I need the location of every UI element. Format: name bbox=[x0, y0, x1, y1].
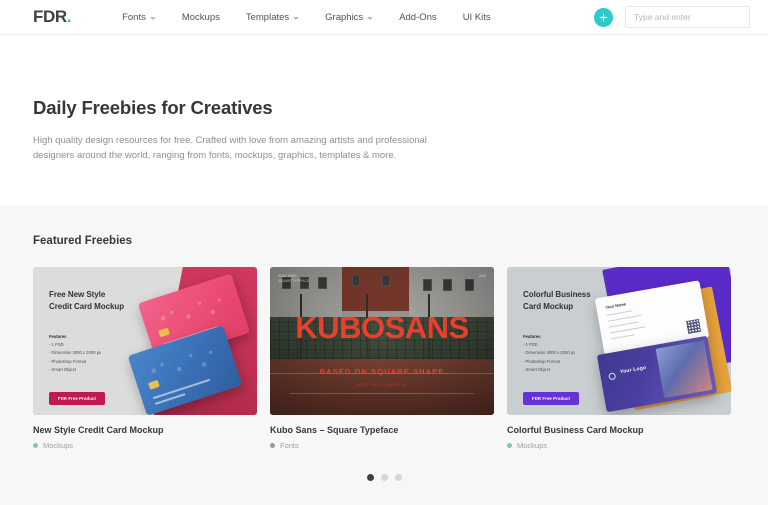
nav-label: Templates bbox=[245, 11, 290, 23]
nav-label: Add-Ons bbox=[399, 11, 437, 23]
feature-item: - Dimension 3000 x 2000 px bbox=[523, 350, 576, 356]
card-caption: Kubo Sans – Square Typeface Fonts bbox=[270, 415, 494, 450]
pagination-dot-3[interactable] bbox=[394, 474, 402, 481]
feature-item: - Smart Object bbox=[523, 366, 550, 372]
card-category[interactable]: Fonts bbox=[270, 441, 494, 450]
freebie-card[interactable]: Your Name Your Logo Colorful Business Ca… bbox=[507, 267, 731, 450]
logo-mark-icon bbox=[608, 372, 617, 381]
category-dot-icon bbox=[33, 443, 38, 448]
feature-item: - Photoshop Format bbox=[49, 358, 87, 364]
search-box[interactable] bbox=[625, 6, 750, 28]
artwork-tagline: BASED ON SQUARE SHAPE bbox=[319, 367, 445, 376]
features-list: - 1 PSD - Dimension 3000 x 2000 px - Pho… bbox=[49, 341, 124, 374]
category-label: Fonts bbox=[280, 441, 299, 450]
nav-label: Graphics bbox=[325, 11, 364, 23]
brand-logo[interactable]: FDR. bbox=[33, 7, 72, 27]
nav-item-ui-kits[interactable]: UI Kits bbox=[450, 12, 504, 23]
header-actions bbox=[594, 6, 750, 28]
card-thumbnail[interactable]: KUBO SANS SQUARE TYPEFACE 2020 KUBOSANS B… bbox=[270, 267, 494, 415]
features-list: - 1 PSD - Dimension 3000 x 2000 px - Pho… bbox=[523, 341, 591, 374]
nav-item-graphics[interactable]: Graphics bbox=[312, 12, 386, 23]
nav-label: Mockups bbox=[181, 11, 220, 23]
feature-item: - Smart Object bbox=[49, 366, 76, 372]
category-label: Mockups bbox=[43, 441, 74, 450]
site-header: FDR. Fonts Mockups Templates Graphics Ad… bbox=[0, 0, 768, 35]
kubosans-photo-artwork: KUBO SANS SQUARE TYPEFACE 2020 KUBOSANS B… bbox=[270, 267, 494, 415]
features-heading: Features bbox=[49, 334, 67, 340]
main-navigation: Fonts Mockups Templates Graphics Add-Ons… bbox=[109, 12, 504, 23]
carousel-pagination bbox=[33, 474, 735, 481]
card-logo-text: Your Logo bbox=[619, 364, 647, 376]
card-title[interactable]: Kubo Sans – Square Typeface bbox=[270, 425, 494, 435]
pagination-dot-2[interactable] bbox=[380, 474, 388, 481]
chevron-down-icon bbox=[149, 16, 156, 20]
nav-item-mockups[interactable]: Mockups bbox=[169, 12, 233, 23]
artwork-corner-right: 2020 bbox=[478, 274, 486, 278]
feature-item: - 1 PSD bbox=[49, 342, 64, 348]
free-product-button[interactable]: FDR Free Product bbox=[523, 391, 579, 405]
section-heading: Featured Freebies bbox=[33, 235, 133, 247]
qr-code-icon bbox=[686, 318, 702, 334]
card-category[interactable]: Mockups bbox=[507, 441, 731, 450]
feature-item: - 1 PSD bbox=[523, 342, 538, 348]
artwork-headline-line1: Colorful Business bbox=[523, 290, 591, 299]
artwork-headline-line2: Credit Card Mockup bbox=[49, 301, 125, 311]
artwork-corner-left: KUBO SANS SQUARE TYPEFACE bbox=[278, 274, 309, 283]
card-title[interactable]: Colorful Business Card Mockup bbox=[507, 425, 731, 435]
card-title[interactable]: New Style Credit Card Mockup bbox=[33, 425, 257, 435]
artwork-headline-line1: Free New Style bbox=[49, 290, 106, 299]
category-label: Mockups bbox=[517, 441, 548, 450]
card-thumbnail[interactable]: Free New Style Credit Card Mockup Featur… bbox=[33, 267, 257, 415]
featured-freebies-section: Featured Freebies Free New Style Credit … bbox=[0, 205, 768, 505]
card-overlay-text: Free New Style Credit Card Mockup Featur… bbox=[49, 289, 124, 405]
artwork-wordmark: KUBOSANS bbox=[295, 310, 469, 345]
freebie-card[interactable]: KUBO SANS SQUARE TYPEFACE 2020 KUBOSANS B… bbox=[270, 267, 494, 450]
free-product-button[interactable]: FDR Free Product bbox=[49, 391, 105, 405]
card-caption: New Style Credit Card Mockup Mockups bbox=[33, 415, 257, 450]
hero-section: Daily Freebies for Creatives High qualit… bbox=[0, 35, 768, 205]
nav-item-fonts[interactable]: Fonts bbox=[109, 12, 169, 23]
search-input[interactable] bbox=[634, 12, 741, 22]
features-heading: Features bbox=[523, 334, 541, 340]
card-grid: Free New Style Credit Card Mockup Featur… bbox=[33, 267, 735, 450]
artwork-tagline-small: kubo sans typeface bbox=[357, 382, 407, 387]
brand-dot: . bbox=[66, 7, 72, 26]
nav-label: UI Kits bbox=[462, 11, 491, 23]
plus-icon bbox=[599, 13, 608, 21]
artwork-headline-line2: Card Mockup bbox=[523, 301, 574, 311]
page-title: Daily Freebies for Creatives bbox=[33, 97, 273, 118]
card-overlay-text: Colorful Business Card Mockup Features -… bbox=[523, 289, 591, 405]
card-photo-region bbox=[655, 340, 713, 399]
hero-subtitle: High quality design resources for free. … bbox=[33, 135, 427, 162]
detail-line bbox=[608, 321, 639, 328]
card-category[interactable]: Mockups bbox=[33, 441, 257, 450]
nav-item-add-ons[interactable]: Add-Ons bbox=[386, 12, 450, 23]
freebie-card[interactable]: Free New Style Credit Card Mockup Featur… bbox=[33, 267, 257, 450]
card-caption: Colorful Business Card Mockup Mockups bbox=[507, 415, 731, 450]
add-button[interactable] bbox=[594, 7, 613, 27]
nav-label: Fonts bbox=[122, 11, 146, 23]
card-thumbnail[interactable]: Your Name Your Logo Colorful Business Ca… bbox=[507, 267, 731, 415]
card-name-text: Your Name bbox=[605, 301, 627, 310]
detail-line bbox=[606, 310, 633, 316]
detail-line bbox=[610, 334, 635, 340]
detail-line bbox=[609, 326, 646, 334]
feature-item: - Photoshop Format bbox=[523, 358, 561, 364]
chevron-down-icon bbox=[367, 16, 374, 20]
category-dot-icon bbox=[270, 443, 275, 448]
category-dot-icon bbox=[507, 443, 512, 448]
brand-name: FDR bbox=[33, 7, 67, 26]
pagination-dot-1[interactable] bbox=[366, 474, 374, 481]
nav-item-templates[interactable]: Templates bbox=[233, 12, 312, 23]
chevron-down-icon bbox=[293, 16, 300, 20]
feature-item: - Dimension 3000 x 2000 px bbox=[49, 350, 102, 356]
